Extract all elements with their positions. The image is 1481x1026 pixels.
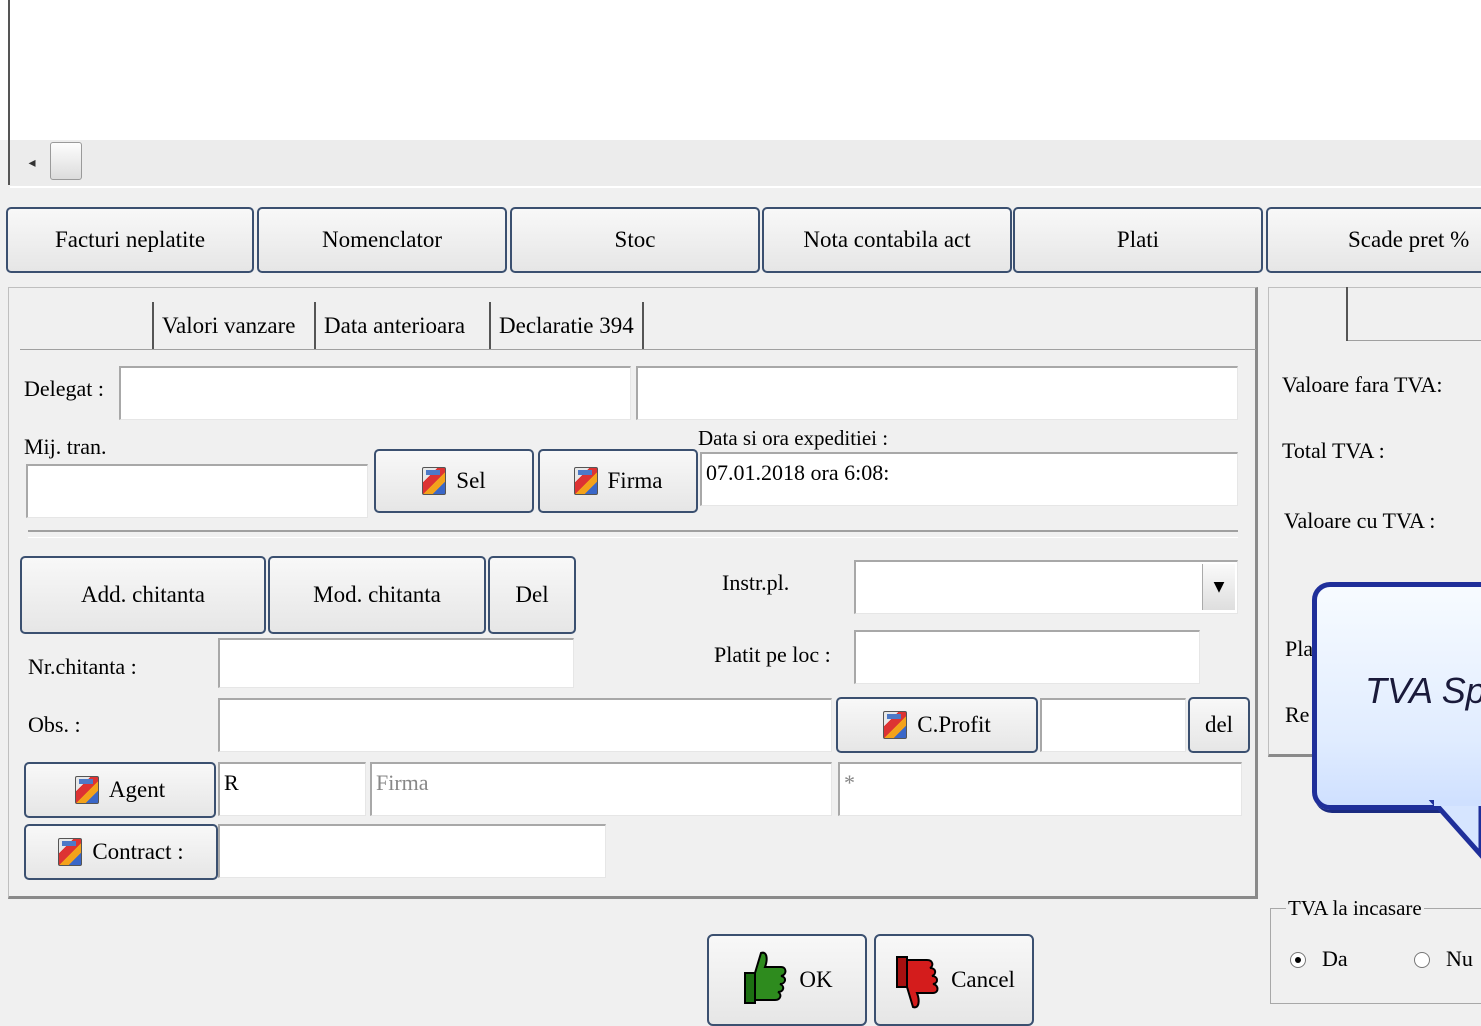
delegat-input-2[interactable] xyxy=(636,366,1238,420)
delegat-input[interactable] xyxy=(119,366,631,420)
tab-label: Declaratie 394 xyxy=(499,313,634,338)
cancel-button[interactable]: Cancel xyxy=(874,934,1034,1026)
agent-extra-input[interactable]: * xyxy=(838,762,1242,816)
button-label: Scade pret % xyxy=(1348,227,1470,252)
mod-chitanta-button[interactable]: Mod. chitanta xyxy=(268,556,486,634)
tooltip-tail xyxy=(1428,800,1481,859)
tab-body-border xyxy=(20,349,1256,353)
stoc-button[interactable]: Stoc xyxy=(510,207,760,273)
total-tva-label: Total TVA : xyxy=(1282,438,1385,463)
agent-button[interactable]: Agent xyxy=(24,762,216,818)
select-icon xyxy=(74,776,99,804)
add-chitanta-button[interactable]: Add. chitanta xyxy=(20,556,266,634)
agent-code-input[interactable]: R xyxy=(218,762,366,816)
platit-pe-loc-label: Platit pe loc : xyxy=(714,642,831,667)
instr-pl-label: Instr.pl. xyxy=(722,570,790,595)
button-label: Add. chitanta xyxy=(81,582,205,607)
tab-valori-vanzare[interactable]: Valori vanzare xyxy=(152,302,303,350)
select-icon xyxy=(883,711,908,739)
tva-nu-label: Nu xyxy=(1446,946,1473,971)
tva-da-label: Da xyxy=(1322,946,1348,971)
tab-label: Valori vanzare xyxy=(162,313,296,338)
valoare-cu-tva-label: Valoare cu TVA : xyxy=(1284,508,1436,533)
button-label: Firma xyxy=(607,468,663,493)
scrollbar-thumb[interactable] xyxy=(50,142,82,180)
summary-tab-edge xyxy=(1346,287,1348,341)
select-icon xyxy=(422,467,447,495)
ok-button[interactable]: OK xyxy=(707,934,867,1026)
obs-label: Obs. : xyxy=(28,712,81,737)
platit-partial-label: Pla xyxy=(1285,636,1314,661)
thumbs-down-icon xyxy=(896,956,939,1009)
data-expeditie-input[interactable]: 07.01.2018 ora 6:08: xyxy=(700,452,1238,506)
button-label: Mod. chitanta xyxy=(313,582,441,607)
tva-incasare-title: TVA la incasare xyxy=(1286,896,1424,921)
contract-input[interactable] xyxy=(218,824,606,878)
button-label: Cancel xyxy=(951,967,1015,992)
button-label: Nota contabila act xyxy=(803,227,971,252)
tab-label: Data anterioara xyxy=(324,313,466,338)
select-icon xyxy=(573,467,598,495)
tab-data-anterioara[interactable]: Data anterioara xyxy=(314,302,473,350)
thumbs-up-icon xyxy=(744,951,787,1004)
select-icon xyxy=(58,838,83,866)
cprofit-del-button[interactable]: del xyxy=(1188,697,1250,753)
tab-declaratie-394[interactable]: Declaratie 394 xyxy=(489,302,644,350)
chevron-down-icon[interactable]: ▼ xyxy=(1202,564,1235,610)
firma-button[interactable]: Firma xyxy=(538,449,698,513)
separator xyxy=(28,530,1238,538)
delegat-label: Delegat : xyxy=(24,376,105,401)
button-label: del xyxy=(1204,712,1234,737)
arrow-left-icon[interactable]: ◂ xyxy=(22,153,42,173)
rest-partial-label: Re xyxy=(1285,702,1310,727)
cprofit-button[interactable]: C.Profit xyxy=(836,697,1038,753)
data-expeditie-label: Data si ora expeditiei : xyxy=(698,426,889,450)
button-label: Stoc xyxy=(614,227,656,252)
obs-input[interactable] xyxy=(218,698,832,752)
scade-pret-button[interactable]: Scade pret % xyxy=(1266,207,1481,273)
button-label: Sel xyxy=(456,468,486,493)
del-chitanta-button[interactable]: Del xyxy=(488,556,576,634)
sel-button[interactable]: Sel xyxy=(374,449,534,513)
platit-pe-loc-input[interactable] xyxy=(854,630,1200,684)
button-label: C.Profit xyxy=(917,712,991,737)
plati-button[interactable]: Plati xyxy=(1013,207,1263,273)
instr-pl-select[interactable]: ▼ xyxy=(854,560,1238,614)
mij-tran-label: Mij. tran. xyxy=(24,434,107,459)
tva-da-radio[interactable] xyxy=(1290,952,1306,968)
nomenclator-button[interactable]: Nomenclator xyxy=(257,207,507,273)
mij-tran-input[interactable] xyxy=(26,464,368,518)
button-label: Contract : xyxy=(92,839,184,864)
horizontal-scrollbar[interactable] xyxy=(10,140,1481,188)
tooltip-text: TVA Sp xyxy=(1365,670,1481,711)
nr-chitanta-label: Nr.chitanta : xyxy=(28,654,137,679)
summary-tab-line xyxy=(1348,340,1481,341)
content-area xyxy=(0,0,1481,140)
button-label: Facturi neplatite xyxy=(54,227,206,252)
button-label: Nomenclator xyxy=(321,227,443,252)
valoare-fara-tva-label: Valoare fara TVA: xyxy=(1282,372,1443,397)
tva-nu-radio[interactable] xyxy=(1414,952,1430,968)
agent-firma-input[interactable]: Firma xyxy=(370,762,832,816)
contract-button[interactable]: Contract : xyxy=(24,824,218,880)
button-label: Plati xyxy=(1116,227,1160,252)
button-label: Del xyxy=(515,582,549,607)
nota-contabila-button[interactable]: Nota contabila act xyxy=(762,207,1012,273)
button-label: OK xyxy=(799,967,833,992)
facturi-neplatite-button[interactable]: Facturi neplatite xyxy=(6,207,254,273)
button-label: Agent xyxy=(108,777,166,802)
nr-chitanta-input[interactable] xyxy=(218,638,574,688)
cprofit-input[interactable] xyxy=(1040,698,1186,752)
